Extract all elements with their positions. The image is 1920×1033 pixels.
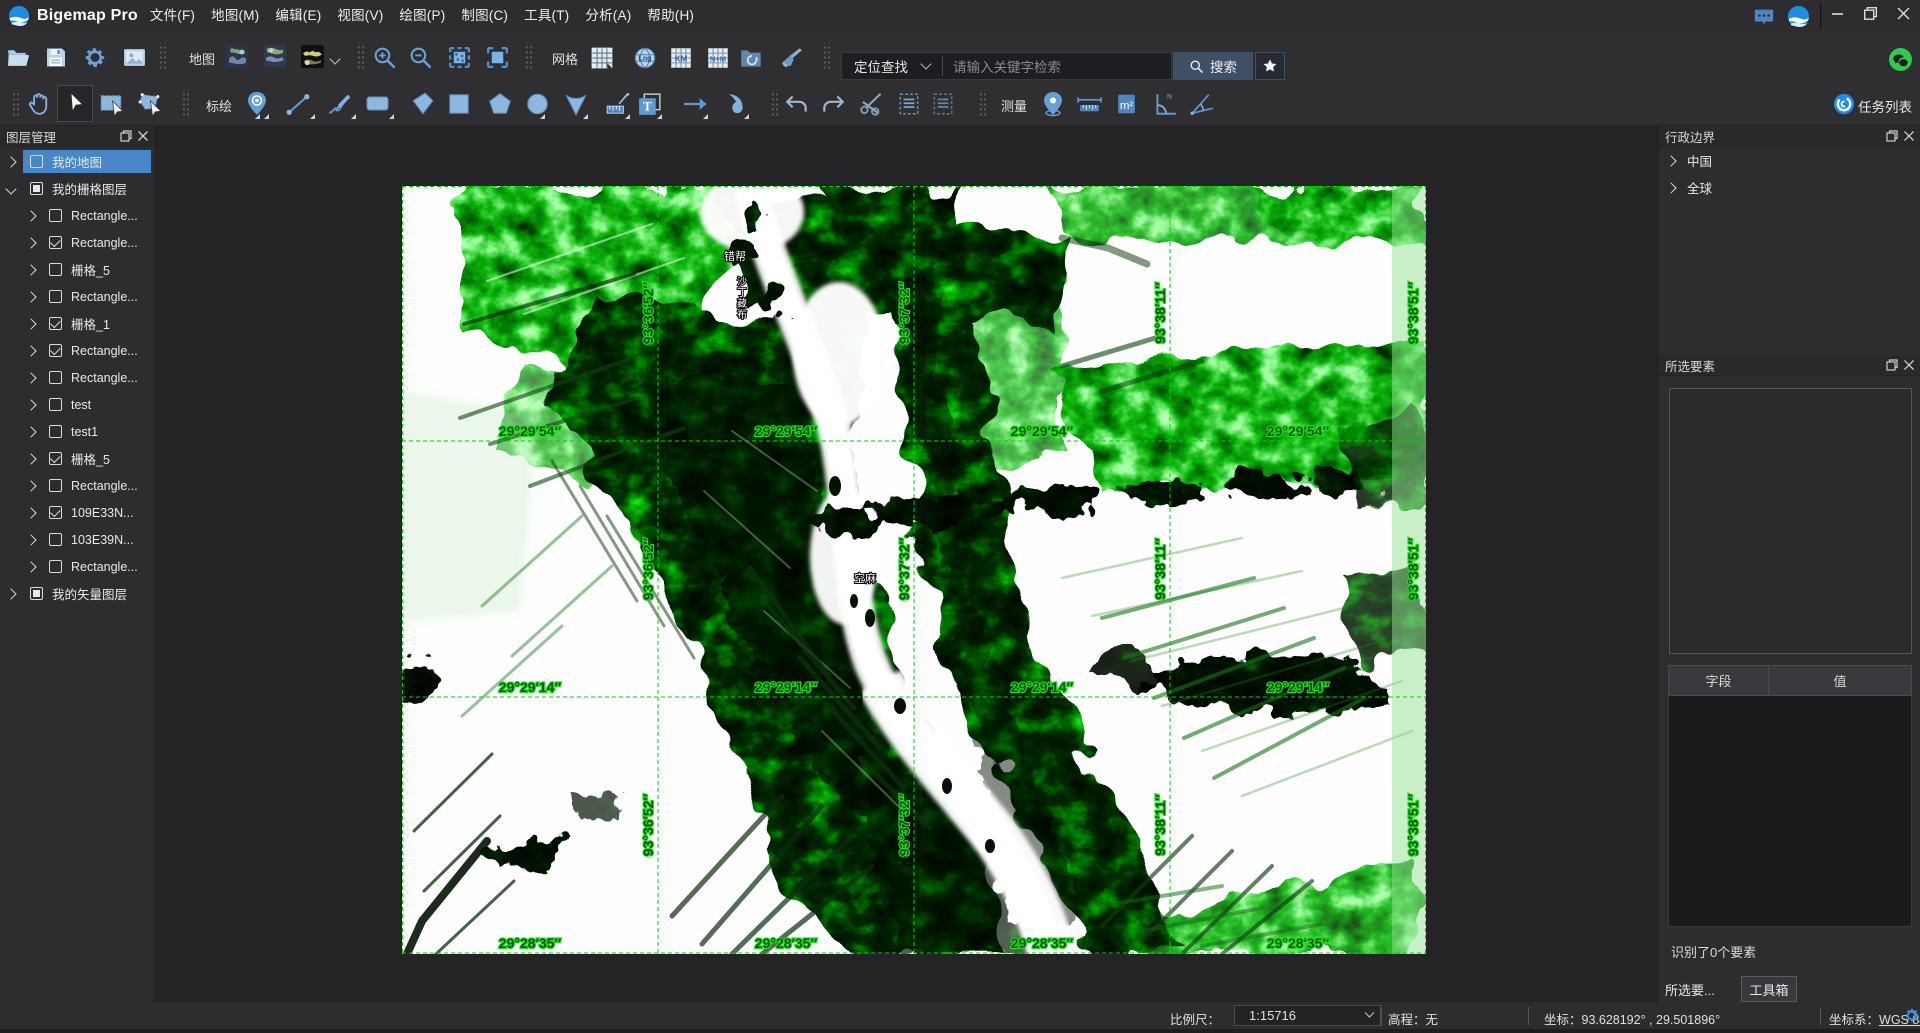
svg-text:93°37′32″: 93°37′32″	[896, 282, 912, 345]
svg-text:空麻: 空麻	[854, 571, 876, 585]
svg-text:93°38′11″: 93°38′11″	[1152, 538, 1168, 600]
svg-text:93°38′11″: 93°38′11″	[1152, 794, 1168, 856]
svg-text:29°28′35″: 29°28′35″	[1267, 935, 1330, 951]
svg-text:29°28′35″: 29°28′35″	[755, 935, 818, 951]
svg-text:93°36′52″: 93°36′52″	[640, 538, 656, 601]
svg-text:29°29′14″: 29°29′14″	[499, 679, 562, 695]
svg-text:错帮: 错帮	[724, 249, 746, 263]
svg-text:29°28′35″: 29°28′35″	[1011, 935, 1074, 951]
svg-text:93°38′51″: 93°38′51″	[1405, 538, 1421, 601]
svg-text:93°36′52″: 93°36′52″	[640, 794, 656, 857]
svg-text:29°29′14″: 29°29′14″	[1011, 679, 1074, 695]
svg-text:沙丁藏布: 沙丁藏布	[735, 276, 747, 320]
svg-text:29°29′14″: 29°29′14″	[755, 679, 818, 695]
svg-text:29°28′35″: 29°28′35″	[499, 935, 562, 951]
svg-text:N: N	[1167, 94, 1172, 101]
svg-text:93°38′51″: 93°38′51″	[1405, 794, 1421, 857]
svg-text:KM: KM	[675, 54, 688, 63]
svg-text:93°38′51″: 93°38′51″	[1405, 282, 1421, 345]
svg-text:29°29′54″: 29°29′54″	[1267, 423, 1330, 439]
svg-text:29°29′14″: 29°29′14″	[1267, 679, 1330, 695]
svg-text:93°37′32″: 93°37′32″	[896, 538, 912, 601]
svg-text:29°29′54″: 29°29′54″	[755, 423, 818, 439]
svg-text:T: T	[643, 100, 652, 114]
svg-text:93°36′52″: 93°36′52″	[640, 282, 656, 345]
svg-text:m²: m²	[1120, 100, 1134, 112]
svg-text:29°29′54″: 29°29′54″	[1011, 423, 1074, 439]
svg-text:93°38′11″: 93°38′11″	[1152, 282, 1168, 344]
svg-text:93°37′32″: 93°37′32″	[896, 794, 912, 857]
svg-text:29°29′54″: 29°29′54″	[499, 423, 562, 439]
svg-text:N+M: N+M	[710, 54, 726, 63]
svg-text:Lng: Lng	[639, 56, 652, 63]
